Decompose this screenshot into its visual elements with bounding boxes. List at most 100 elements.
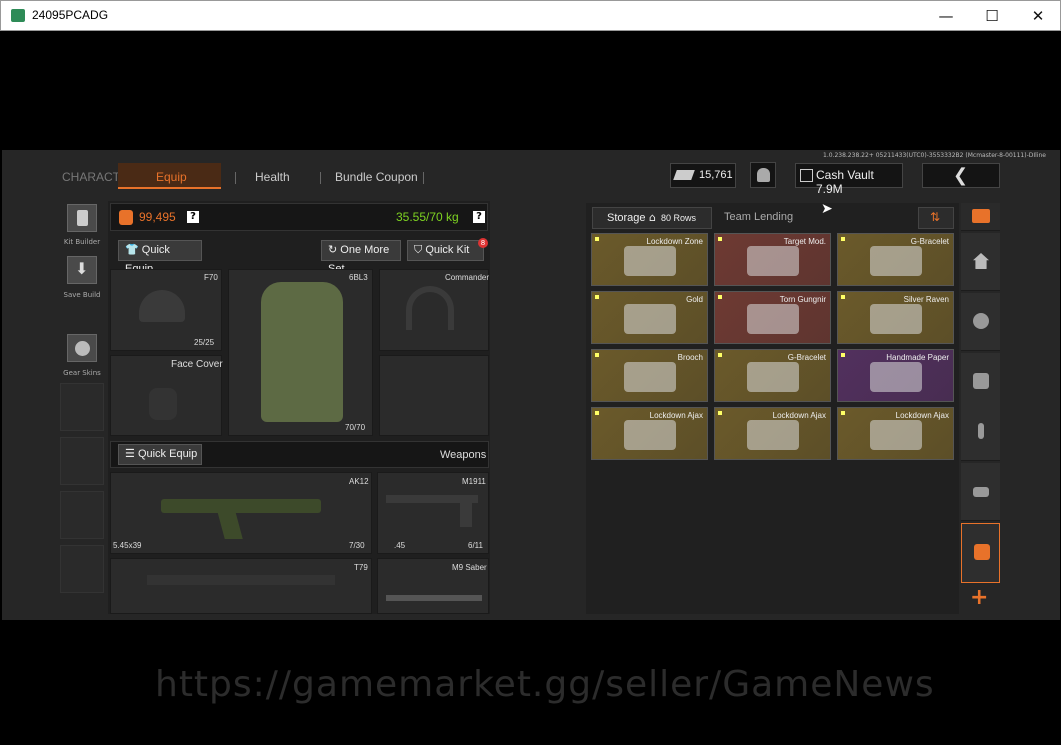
add-icon[interactable]: + xyxy=(970,585,988,610)
knife-image xyxy=(386,595,482,601)
character-button[interactable] xyxy=(750,162,776,188)
item-name: G-Bracelet xyxy=(787,353,826,362)
armor-image xyxy=(261,282,343,422)
storage-item[interactable]: Lockdown Ajax xyxy=(591,407,708,460)
collectibles-category-button[interactable] xyxy=(961,523,1000,583)
empty-slot[interactable] xyxy=(60,383,104,431)
back-button[interactable]: ❮ xyxy=(922,163,1000,188)
tab-health[interactable]: Health xyxy=(255,170,290,184)
sidearm-name: M1911 xyxy=(462,477,486,486)
app-icon xyxy=(11,9,25,22)
face-cover-placeholder xyxy=(149,388,177,420)
tab-equip[interactable]: Equip xyxy=(156,170,187,184)
empty-slot[interactable] xyxy=(60,545,104,593)
storage-item[interactable]: Torn Gungnir xyxy=(714,291,831,344)
maximize-button[interactable]: ☐ xyxy=(969,1,1015,31)
storage-item[interactable]: Handmade Paper xyxy=(837,349,954,402)
storage-item[interactable]: Gold xyxy=(591,291,708,344)
cash-icon xyxy=(673,170,695,180)
item-name: Target Mod. xyxy=(783,237,826,246)
tab-bundle-coupon[interactable]: Bundle Coupon xyxy=(335,170,418,184)
watermark-text: https://gamemarket.gg/seller/GameNews xyxy=(155,664,935,705)
storage-item[interactable]: Brooch xyxy=(591,349,708,402)
storage-item[interactable]: G-Bracelet xyxy=(714,349,831,402)
helmet-image xyxy=(139,290,185,322)
money-display: 15,761 xyxy=(670,163,736,188)
storage-item[interactable]: Lockdown Ajax xyxy=(837,407,954,460)
armor-count: 70/70 xyxy=(345,423,366,432)
backpack-icon xyxy=(119,210,133,225)
primary-weapon-slot[interactable] xyxy=(110,472,372,554)
armor-slot[interactable] xyxy=(228,269,373,436)
close-button[interactable]: ✕ xyxy=(1015,1,1061,31)
refresh-icon: ↻ xyxy=(328,244,338,256)
window-title: 24095PCADG xyxy=(32,8,109,22)
stats-bar: 99,495 ? 35.55/70 kg ? xyxy=(110,203,488,231)
cash-vault-button[interactable]: Cash Vault 7.9M xyxy=(795,163,903,196)
home-category-button[interactable] xyxy=(961,233,1000,291)
quick-equip-button[interactable]: 👕 Quick Equip xyxy=(118,240,202,275)
item-name: Lockdown Ajax xyxy=(772,411,826,420)
grenade-category-button[interactable] xyxy=(961,293,1000,351)
mouse-cursor-icon: ➤ xyxy=(821,201,833,217)
quick-kit-badge: 8 xyxy=(478,238,488,248)
primary-weapon-count: 7/30 xyxy=(349,541,365,550)
rarity-icon xyxy=(841,237,845,241)
storage-rows: 80 Rows xyxy=(661,213,697,223)
minimize-button[interactable]: — xyxy=(923,1,969,31)
kit-icon xyxy=(77,210,88,226)
primary-weapon-ammo: 5.45x39 xyxy=(113,541,142,550)
item-image xyxy=(870,420,922,450)
secondary-weapon-slot[interactable] xyxy=(110,558,372,614)
save-build-label: Save Build xyxy=(63,291,101,299)
character-icon xyxy=(757,168,770,182)
empty-slot[interactable] xyxy=(60,437,104,485)
item-name: Lockdown Ajax xyxy=(895,411,949,420)
quick-kit-button[interactable]: ⛉ Quick Kit xyxy=(407,240,484,261)
item-image xyxy=(624,420,676,450)
storage-item[interactable]: Target Mod. xyxy=(714,233,831,286)
item-image xyxy=(747,304,799,334)
storage-item[interactable]: Lockdown Zone xyxy=(591,233,708,286)
shield-icon: ⛉ xyxy=(414,244,423,256)
armor-name: 6BL3 xyxy=(349,273,368,282)
ak12-mag xyxy=(217,511,243,539)
storage-item[interactable]: G-Bracelet xyxy=(837,233,954,286)
item-name: Lockdown Zone xyxy=(646,237,703,246)
item-image xyxy=(624,246,676,276)
kit-builder-button[interactable] xyxy=(67,204,97,232)
tab-team-lending[interactable]: Team Lending xyxy=(724,211,793,223)
sidearm-count: 6/11 xyxy=(468,541,483,550)
one-more-set-button[interactable]: ↻ One More Set xyxy=(321,240,401,275)
rarity-icon xyxy=(718,295,722,299)
rarity-icon xyxy=(841,353,845,357)
tab-storage[interactable]: Storage ⌂ 80 Rows xyxy=(592,207,712,229)
empty-slot[interactable] xyxy=(60,491,104,539)
tool-category-button[interactable] xyxy=(961,403,1000,461)
t79-image xyxy=(147,575,335,585)
empty-gear-slot[interactable] xyxy=(379,355,489,436)
storage-switch-button[interactable] xyxy=(961,203,1000,231)
m1911-grip xyxy=(460,501,472,527)
ak12-image xyxy=(161,499,321,513)
storage-item[interactable]: Lockdown Ajax xyxy=(714,407,831,460)
save-build-button[interactable]: ⬇ xyxy=(67,256,97,284)
storage-item[interactable]: Silver Raven xyxy=(837,291,954,344)
sort-button[interactable]: ⇅ xyxy=(918,207,954,229)
item-name: G-Bracelet xyxy=(910,237,949,246)
rarity-icon xyxy=(841,411,845,415)
help-icon[interactable]: ? xyxy=(187,211,199,223)
version-text: 1.0.238.238.22+ 05211433(UTC0)-3553332B2… xyxy=(823,152,1046,159)
download-icon: ⬇ xyxy=(75,259,89,278)
weapons-quick-equip-button[interactable]: ☰ Quick Equip xyxy=(118,444,202,465)
item-image xyxy=(624,362,676,392)
helmet-count: 25/25 xyxy=(194,338,215,347)
help-icon[interactable]: ? xyxy=(473,211,485,223)
value-amount: 99,495 xyxy=(139,210,176,224)
gear-skins-button[interactable] xyxy=(67,334,97,362)
mask-icon xyxy=(75,341,90,356)
ammo-category-button[interactable] xyxy=(961,463,1000,521)
money-value: 15,761 xyxy=(699,169,733,181)
grenade-icon xyxy=(973,313,989,329)
item-name: Lockdown Ajax xyxy=(649,411,703,420)
